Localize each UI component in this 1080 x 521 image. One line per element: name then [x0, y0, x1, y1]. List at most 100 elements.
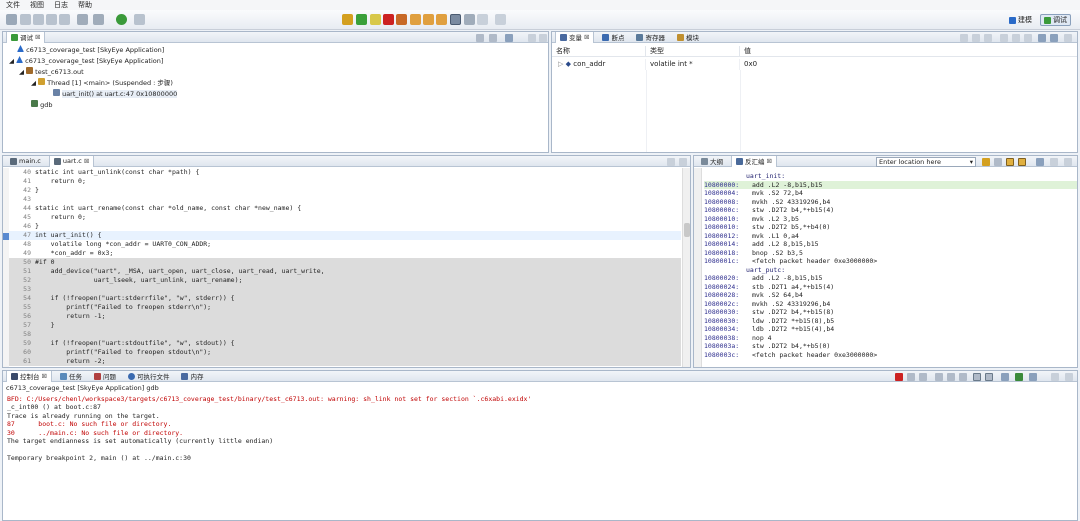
tab-breakpoints[interactable]: 断点 [598, 32, 628, 43]
code-line[interactable]: 48 volatile long *con_addr = UART0_CON_A… [9, 240, 681, 249]
code-line[interactable]: 42} [9, 186, 681, 195]
remove-launch-icon[interactable] [489, 34, 497, 42]
column-value[interactable]: 值 [740, 46, 1077, 56]
disasm-line[interactable]: 10800034: ldb .D2T2 *+b15(4),b4 [704, 325, 1077, 334]
tab-modules[interactable]: 模块 [673, 32, 703, 43]
perspective-debug[interactable]: 调试 [1040, 14, 1071, 26]
step-into-icon[interactable] [410, 14, 421, 25]
run-icon[interactable] [46, 14, 57, 25]
minimize-icon[interactable] [528, 34, 536, 42]
terminate-icon[interactable] [383, 14, 394, 25]
minimize-icon[interactable] [1064, 34, 1072, 42]
layout-icon[interactable] [1050, 34, 1058, 42]
code-line[interactable]: 53 [9, 285, 681, 294]
close-icon[interactable]: ⊠ [84, 157, 89, 165]
code-line[interactable]: 57 } [9, 321, 681, 330]
perspective-build[interactable]: 建模 [1006, 14, 1035, 26]
tree-launch-2[interactable]: ◢ c6713_coverage_test [SkyEye Applicatio… [7, 56, 544, 67]
location-input[interactable]: Enter location here ▾ [876, 157, 976, 167]
add-global-icon[interactable] [972, 34, 980, 42]
minimize-icon[interactable] [667, 158, 675, 166]
maximize-icon[interactable] [679, 158, 687, 166]
code-line[interactable]: 55 printf("Failed to freopen stderr\n"); [9, 303, 681, 312]
collapse-icon[interactable] [476, 34, 484, 42]
code-line[interactable]: 44 static int uart_rename(const char *old… [9, 204, 681, 213]
disasm-line[interactable]: 10800018: bnop .S2 b3,5 [704, 249, 1077, 258]
tree-process[interactable]: ◢ test_c6713.out [7, 67, 544, 78]
tab-outline[interactable]: 大纲 [697, 156, 727, 167]
list-icon[interactable] [77, 14, 88, 25]
tab-disassembly[interactable]: 反汇编 ⊠ [731, 155, 777, 167]
tree-thread[interactable]: ◢ Thread [1] <main> (Suspended : 步骤) [7, 78, 544, 89]
view-menu-icon[interactable] [1036, 158, 1044, 166]
code-line[interactable]: 52 uart_lseek, uart_unlink, uart_rename)… [9, 276, 681, 285]
remove-all-launches-icon[interactable] [919, 373, 927, 381]
step-return-icon[interactable] [436, 14, 447, 25]
disasm-line[interactable]: 1080003a: stw .D2T2 b4,*+b5(0) [704, 342, 1077, 351]
code-line[interactable]: 61 return -2; [9, 357, 681, 366]
show-source-icon[interactable] [1006, 158, 1014, 166]
remove-icon[interactable] [1000, 34, 1008, 42]
bug-icon[interactable] [116, 14, 127, 25]
menu-log[interactable]: 日志 [54, 0, 68, 10]
disasm-line[interactable]: 10800010: stw .D2T2 b5,*+b4(0) [704, 223, 1077, 232]
disasm-line[interactable]: 10800038: nop 4 [704, 334, 1077, 343]
table-row[interactable]: ▷ ◆ con_addr volatile int * 0x0 [552, 59, 1077, 70]
disasm-line[interactable]: 10800014: add .L2 8,b15,b15 [704, 240, 1077, 249]
close-icon[interactable]: ⊠ [584, 33, 589, 41]
code-line[interactable]: 41 return 0; [9, 177, 681, 186]
code-line[interactable]: 46} [9, 222, 681, 231]
column-name[interactable]: 名称 [552, 46, 646, 56]
tab-memory[interactable]: 内存 [177, 371, 207, 382]
display-console-icon[interactable] [1015, 373, 1023, 381]
refresh-icon[interactable] [20, 14, 31, 25]
disasm-line[interactable]: 1080000c: stw .D2T2 b4,*+b15(4) [704, 206, 1077, 215]
disasm-line[interactable]: 10800000: add .L2 -8,b15,b15 [704, 180, 1077, 189]
disasm-line[interactable]: 10800030: ldw .D2T2 *+b15(8),b5 [704, 317, 1077, 326]
goto-pc-icon[interactable] [982, 158, 990, 166]
disasm-line[interactable]: 10800024: stb .D2T1 a4,*+b15(4) [704, 283, 1077, 292]
variable-value[interactable]: 0x0 [740, 59, 1077, 70]
minimize-icon[interactable] [1051, 373, 1059, 381]
pin-console-icon[interactable] [1001, 373, 1009, 381]
expand-arrow-icon[interactable]: ◢ [9, 57, 14, 65]
disasm-line[interactable]: 10800028: mvk .S2 64,b4 [704, 291, 1077, 300]
terminate-icon[interactable] [895, 373, 903, 381]
code-line[interactable]: 43 [9, 195, 681, 204]
disasm-line[interactable]: 10800020: add .L2 -8,b15,b15 [704, 274, 1077, 283]
code-line[interactable]: 40 static int uart_unlink(const char *pat… [9, 168, 681, 177]
tree-stack-frame[interactable]: uart_init() at uart.c:47 0x10800000 [7, 89, 544, 100]
code-line[interactable]: 56 return -1; [9, 312, 681, 321]
view-menu-icon[interactable] [505, 34, 513, 42]
remove-launch-icon[interactable] [907, 373, 915, 381]
scroll-lock-icon[interactable] [947, 373, 955, 381]
disasm-line[interactable]: 1080001c: <fetch packet header 0xe3000000… [704, 257, 1077, 266]
close-icon[interactable]: ⊠ [35, 33, 40, 41]
tree-gdb[interactable]: gdb [7, 100, 544, 111]
view-menu-icon[interactable] [1038, 34, 1046, 42]
use-step-filters-icon[interactable] [477, 14, 488, 25]
show-symbols-icon[interactable] [1018, 158, 1026, 166]
disasm-label[interactable]: uart_init: [704, 172, 1077, 181]
menu-file[interactable]: 文件 [6, 0, 20, 10]
show-on-output-icon[interactable] [973, 373, 981, 381]
tab-executables[interactable]: 可执行文件 [124, 371, 174, 382]
close-icon[interactable]: ⊠ [767, 157, 772, 165]
tree-launch-1[interactable]: c6713_coverage_test [SkyEye Application] [7, 45, 544, 56]
code-line[interactable]: 49 *con_addr = 0x3; [9, 249, 681, 258]
close-icon[interactable]: ⊠ [42, 372, 47, 380]
word-wrap-icon[interactable] [959, 373, 967, 381]
maximize-icon[interactable] [1065, 373, 1073, 381]
tab-problems[interactable]: 问题 [90, 371, 120, 382]
disasm-line[interactable]: 1080003c: <fetch packet header 0xe3000000… [704, 351, 1077, 360]
chevron-down-icon[interactable]: ▾ [970, 158, 973, 166]
disasm-line[interactable]: 10800008: mvkh .S2 43319296,b4 [704, 198, 1077, 207]
column-type[interactable]: 类型 [646, 46, 740, 56]
link-icon[interactable] [994, 158, 1002, 166]
expand-arrow-icon[interactable]: ▷ [558, 60, 563, 68]
select-all-icon[interactable] [1024, 34, 1032, 42]
clear-console-icon[interactable] [935, 373, 943, 381]
tab-debug[interactable]: 调试 ⊠ [6, 31, 46, 43]
profile-icon[interactable] [134, 14, 145, 25]
open-console-icon[interactable] [1029, 373, 1037, 381]
